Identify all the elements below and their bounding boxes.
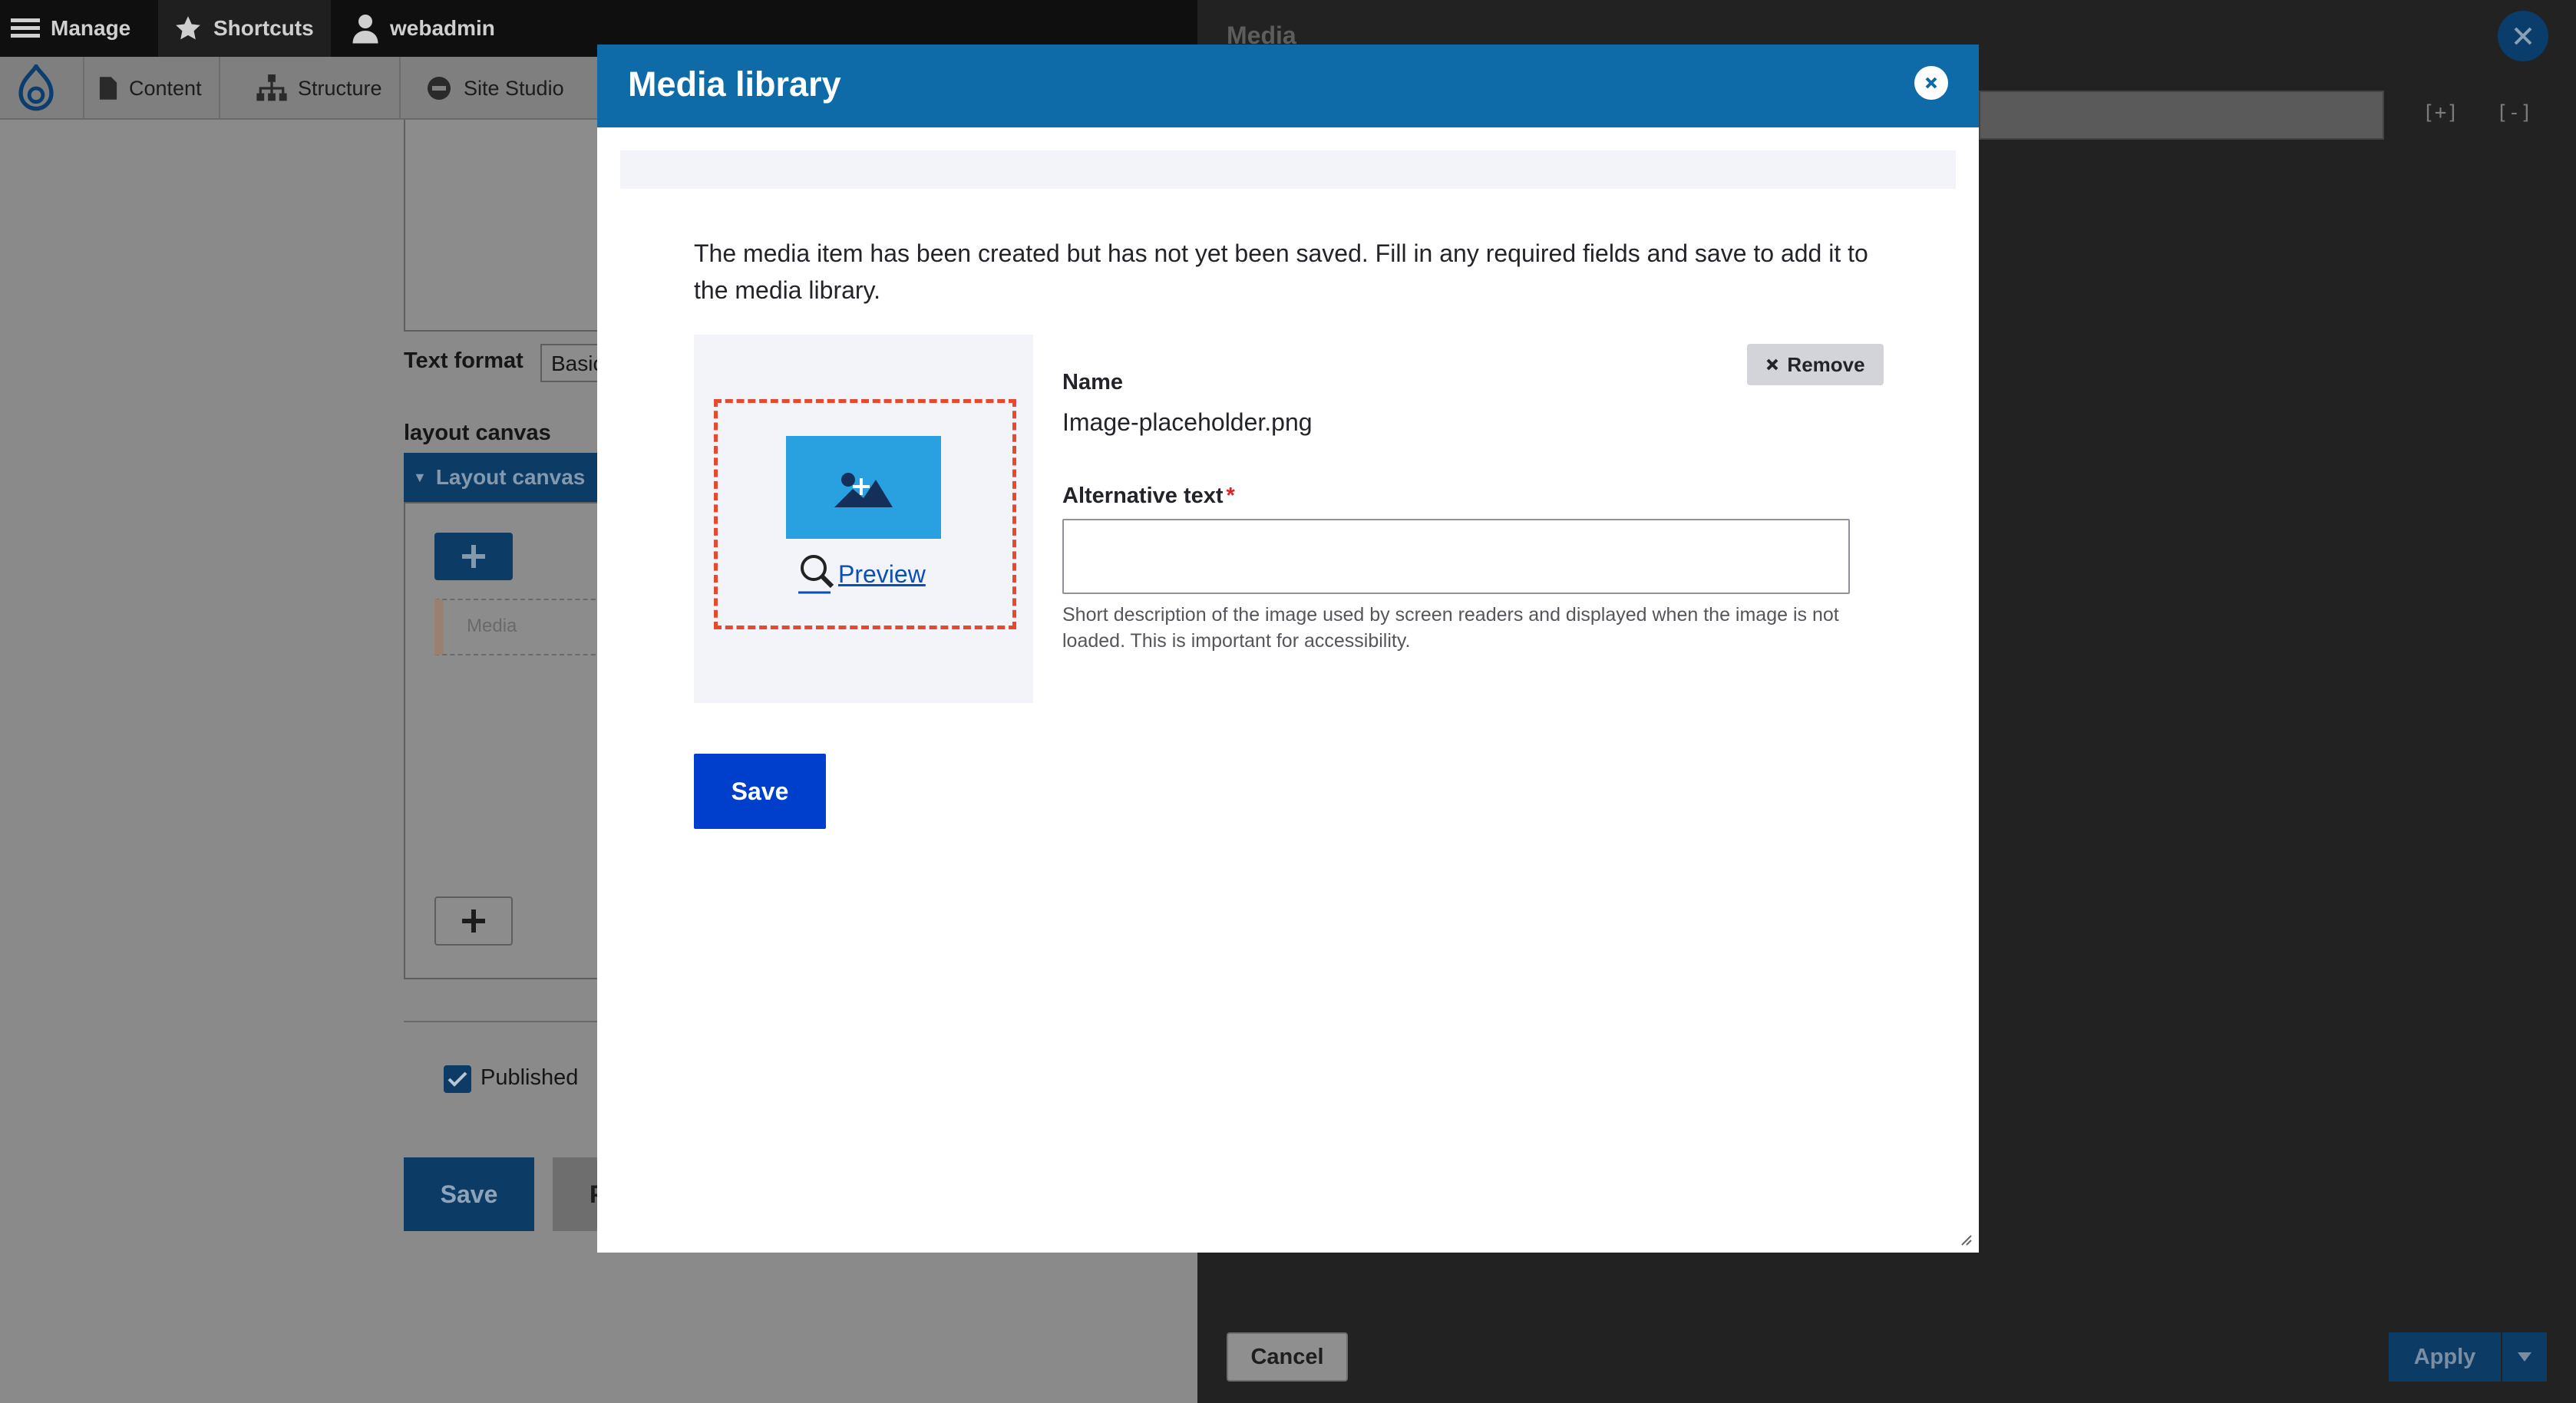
media-library-dialog: Media library The media item has been cr… (597, 45, 1979, 1253)
apply-button[interactable]: Apply (2389, 1332, 2501, 1382)
media-component-placeholder[interactable]: Media (434, 599, 603, 655)
file-icon (99, 77, 117, 100)
layout-canvas-heading: layout canvas (404, 421, 551, 445)
resize-handle-icon[interactable] (1957, 1231, 1973, 1246)
toolbar-manage-label: Manage (51, 16, 131, 40)
expand-icon[interactable]: [+] (2422, 101, 2459, 124)
tray-item-content[interactable]: Content (78, 57, 220, 120)
preview-link[interactable]: Preview (838, 560, 926, 589)
remove-button-label: Remove (1787, 352, 1865, 376)
close-icon (1767, 358, 1778, 371)
alt-text-label-text: Alternative text (1062, 484, 1224, 508)
image-placeholder-icon (834, 473, 893, 507)
remove-button[interactable]: Remove (1747, 344, 1884, 385)
caret-down-icon: ▼ (413, 469, 427, 485)
save-button[interactable]: Save (694, 754, 826, 829)
hamburger-icon (11, 18, 40, 38)
drupal-logo-icon (18, 64, 54, 111)
collapse-icon[interactable]: [-] (2496, 101, 2532, 124)
structure-icon (256, 74, 287, 101)
add-component-button-top[interactable] (434, 533, 513, 580)
dialog-title: Media library (628, 64, 841, 104)
sidebar-close-button[interactable] (2498, 11, 2548, 61)
site-studio-icon (428, 77, 451, 100)
chevron-down-icon (2518, 1352, 2531, 1362)
add-component-button-bottom[interactable] (434, 896, 513, 946)
plus-icon (462, 909, 485, 933)
body-textarea[interactable] (404, 120, 603, 332)
alt-text-input[interactable] (1062, 519, 1850, 594)
magnifier-icon (798, 555, 834, 594)
tray-item-structure[interactable]: Structure (239, 57, 401, 120)
published-label: Published (481, 1065, 579, 1090)
divider (404, 1021, 603, 1022)
toolbar-shortcuts[interactable]: Shortcuts (158, 0, 331, 57)
toolbar-user-label: webadmin (390, 16, 495, 40)
toolbar-user[interactable]: webadmin (352, 0, 495, 57)
plus-icon (462, 545, 485, 568)
required-marker: * (1226, 484, 1235, 508)
status-message: The media item has been created but has … (694, 239, 1868, 304)
media-thumbnail[interactable] (786, 436, 941, 539)
tray-item-structure-label: Structure (298, 76, 382, 100)
dialog-tabs-strip (620, 150, 1956, 189)
alt-text-description: Short description of the image used by s… (1062, 604, 1839, 652)
user-icon (352, 15, 378, 44)
toolbar-shortcuts-label: Shortcuts (213, 16, 314, 40)
tray-item-site-studio-label: Site Studio (464, 76, 564, 100)
tray-item-site-studio[interactable]: Site Studio (408, 57, 581, 120)
text-format-label: Text format (404, 348, 523, 373)
layout-canvas-tab[interactable]: ▼ Layout canvas (404, 453, 603, 502)
star-icon (176, 16, 200, 40)
background-save-button[interactable]: Save (404, 1157, 534, 1231)
sidebar-input[interactable] (1979, 91, 2384, 140)
preview-link-wrap[interactable]: Preview (798, 553, 926, 596)
dialog-close-button[interactable] (1914, 66, 1948, 100)
tray-item-content-label: Content (129, 76, 202, 100)
checkmark-icon (447, 1071, 467, 1087)
name-label: Name (1062, 370, 1123, 394)
alt-text-label: Alternative text * (1062, 484, 1235, 509)
apply-dropdown-button[interactable] (2502, 1332, 2547, 1382)
toolbar-manage[interactable]: Manage (11, 0, 130, 57)
published-checkbox[interactable] (444, 1065, 471, 1093)
drupal-home[interactable] (0, 57, 84, 120)
layout-canvas-tab-label: Layout canvas (435, 465, 586, 489)
close-icon (2514, 27, 2532, 45)
dialog-header: Media library (597, 45, 1979, 127)
cancel-button[interactable]: Cancel (1227, 1332, 1348, 1382)
name-value: Image-placeholder.png (1062, 408, 1313, 436)
close-icon (1925, 77, 1937, 89)
